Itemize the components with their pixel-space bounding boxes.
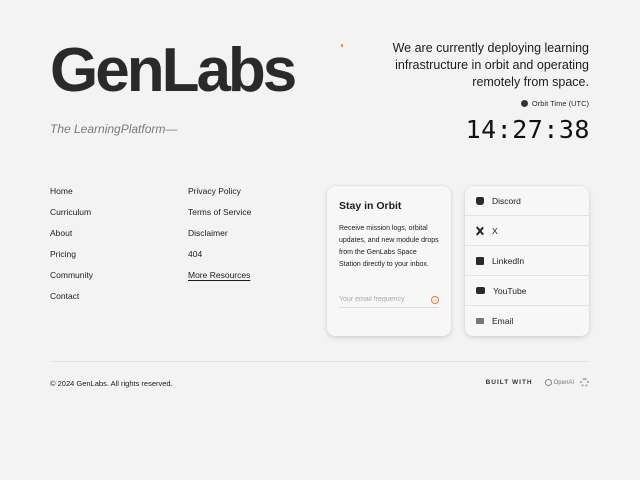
orbit-time-label-text: Orbit Time (UTC) — [531, 99, 589, 108]
arrow-right-icon[interactable]: → — [431, 295, 439, 304]
gear-icon[interactable] — [580, 378, 589, 387]
nav-link-404[interactable]: 404 — [188, 248, 251, 269]
orbit-time-readout: 14:27:38 — [465, 115, 590, 144]
social-link-label: Email — [492, 316, 514, 326]
email-field[interactable] — [339, 296, 419, 303]
copyright-text: © 2024 GenLabs. All rights reserved. — [50, 379, 173, 388]
newsletter-form: → — [339, 292, 439, 308]
nav-link-terms[interactable]: Terms of Service — [188, 206, 251, 227]
orbit-time-label: Orbit Time (UTC) — [520, 99, 589, 108]
newsletter-title: Stay in Orbit — [339, 200, 402, 212]
social-link-label: Discord — [492, 195, 521, 206]
discord-icon — [476, 196, 484, 205]
social-link-discord[interactable]: Discord — [465, 186, 589, 216]
linkedin-icon — [476, 256, 484, 265]
brand-tagline: The LearningPlatform— — [50, 122, 178, 136]
hero-statement: We are currently deploying learning infr… — [392, 41, 589, 89]
nav-link-pricing[interactable]: Pricing — [50, 248, 93, 269]
social-links-card: Discord X LinkedIn YouTube Email — [465, 186, 589, 336]
nav-link-home[interactable]: Home — [50, 185, 93, 206]
social-link-linkedin[interactable]: LinkedIn — [465, 246, 589, 276]
newsletter-description: Receive mission logs, orbital updates, a… — [339, 225, 439, 268]
youtube-icon — [476, 287, 485, 294]
clock-icon — [520, 100, 528, 107]
social-link-x[interactable]: X — [465, 216, 589, 246]
openai-link[interactable]: OpenAI — [544, 379, 574, 386]
nav-link-disclaimer[interactable]: Disclaimer — [188, 227, 251, 248]
brand-logo[interactable]: GenLabs — [50, 40, 297, 102]
social-link-label: YouTube — [493, 285, 527, 296]
built-with: BUILT WITH OpenAI — [486, 378, 589, 387]
social-link-email[interactable]: Email — [465, 306, 589, 336]
nav-link-more-resources[interactable]: More Resources — [188, 269, 251, 290]
accent-dot — [341, 44, 343, 47]
footer-divider — [50, 361, 590, 362]
nav-link-privacy[interactable]: Privacy Policy — [188, 185, 251, 206]
nav-link-curriculum[interactable]: Curriculum — [50, 206, 93, 227]
x-icon — [476, 227, 484, 235]
built-with-label: BUILT WITH — [485, 379, 533, 386]
nav-link-about[interactable]: About — [50, 227, 93, 248]
newsletter-card: Stay in Orbit Receive mission logs, orbi… — [327, 186, 451, 336]
openai-icon — [544, 379, 552, 386]
social-link-label: LinkedIn — [492, 255, 525, 266]
social-link-label: X — [492, 225, 498, 236]
nav-legal: Privacy Policy Terms of Service Disclaim… — [188, 185, 251, 290]
social-link-youtube[interactable]: YouTube — [465, 276, 589, 306]
email-icon — [476, 318, 484, 324]
nav-link-contact[interactable]: Contact — [50, 290, 93, 311]
nav-link-community[interactable]: Community — [50, 269, 93, 290]
nav-primary: Home Curriculum About Pricing Community … — [50, 185, 93, 311]
openai-label: OpenAI — [553, 379, 574, 386]
